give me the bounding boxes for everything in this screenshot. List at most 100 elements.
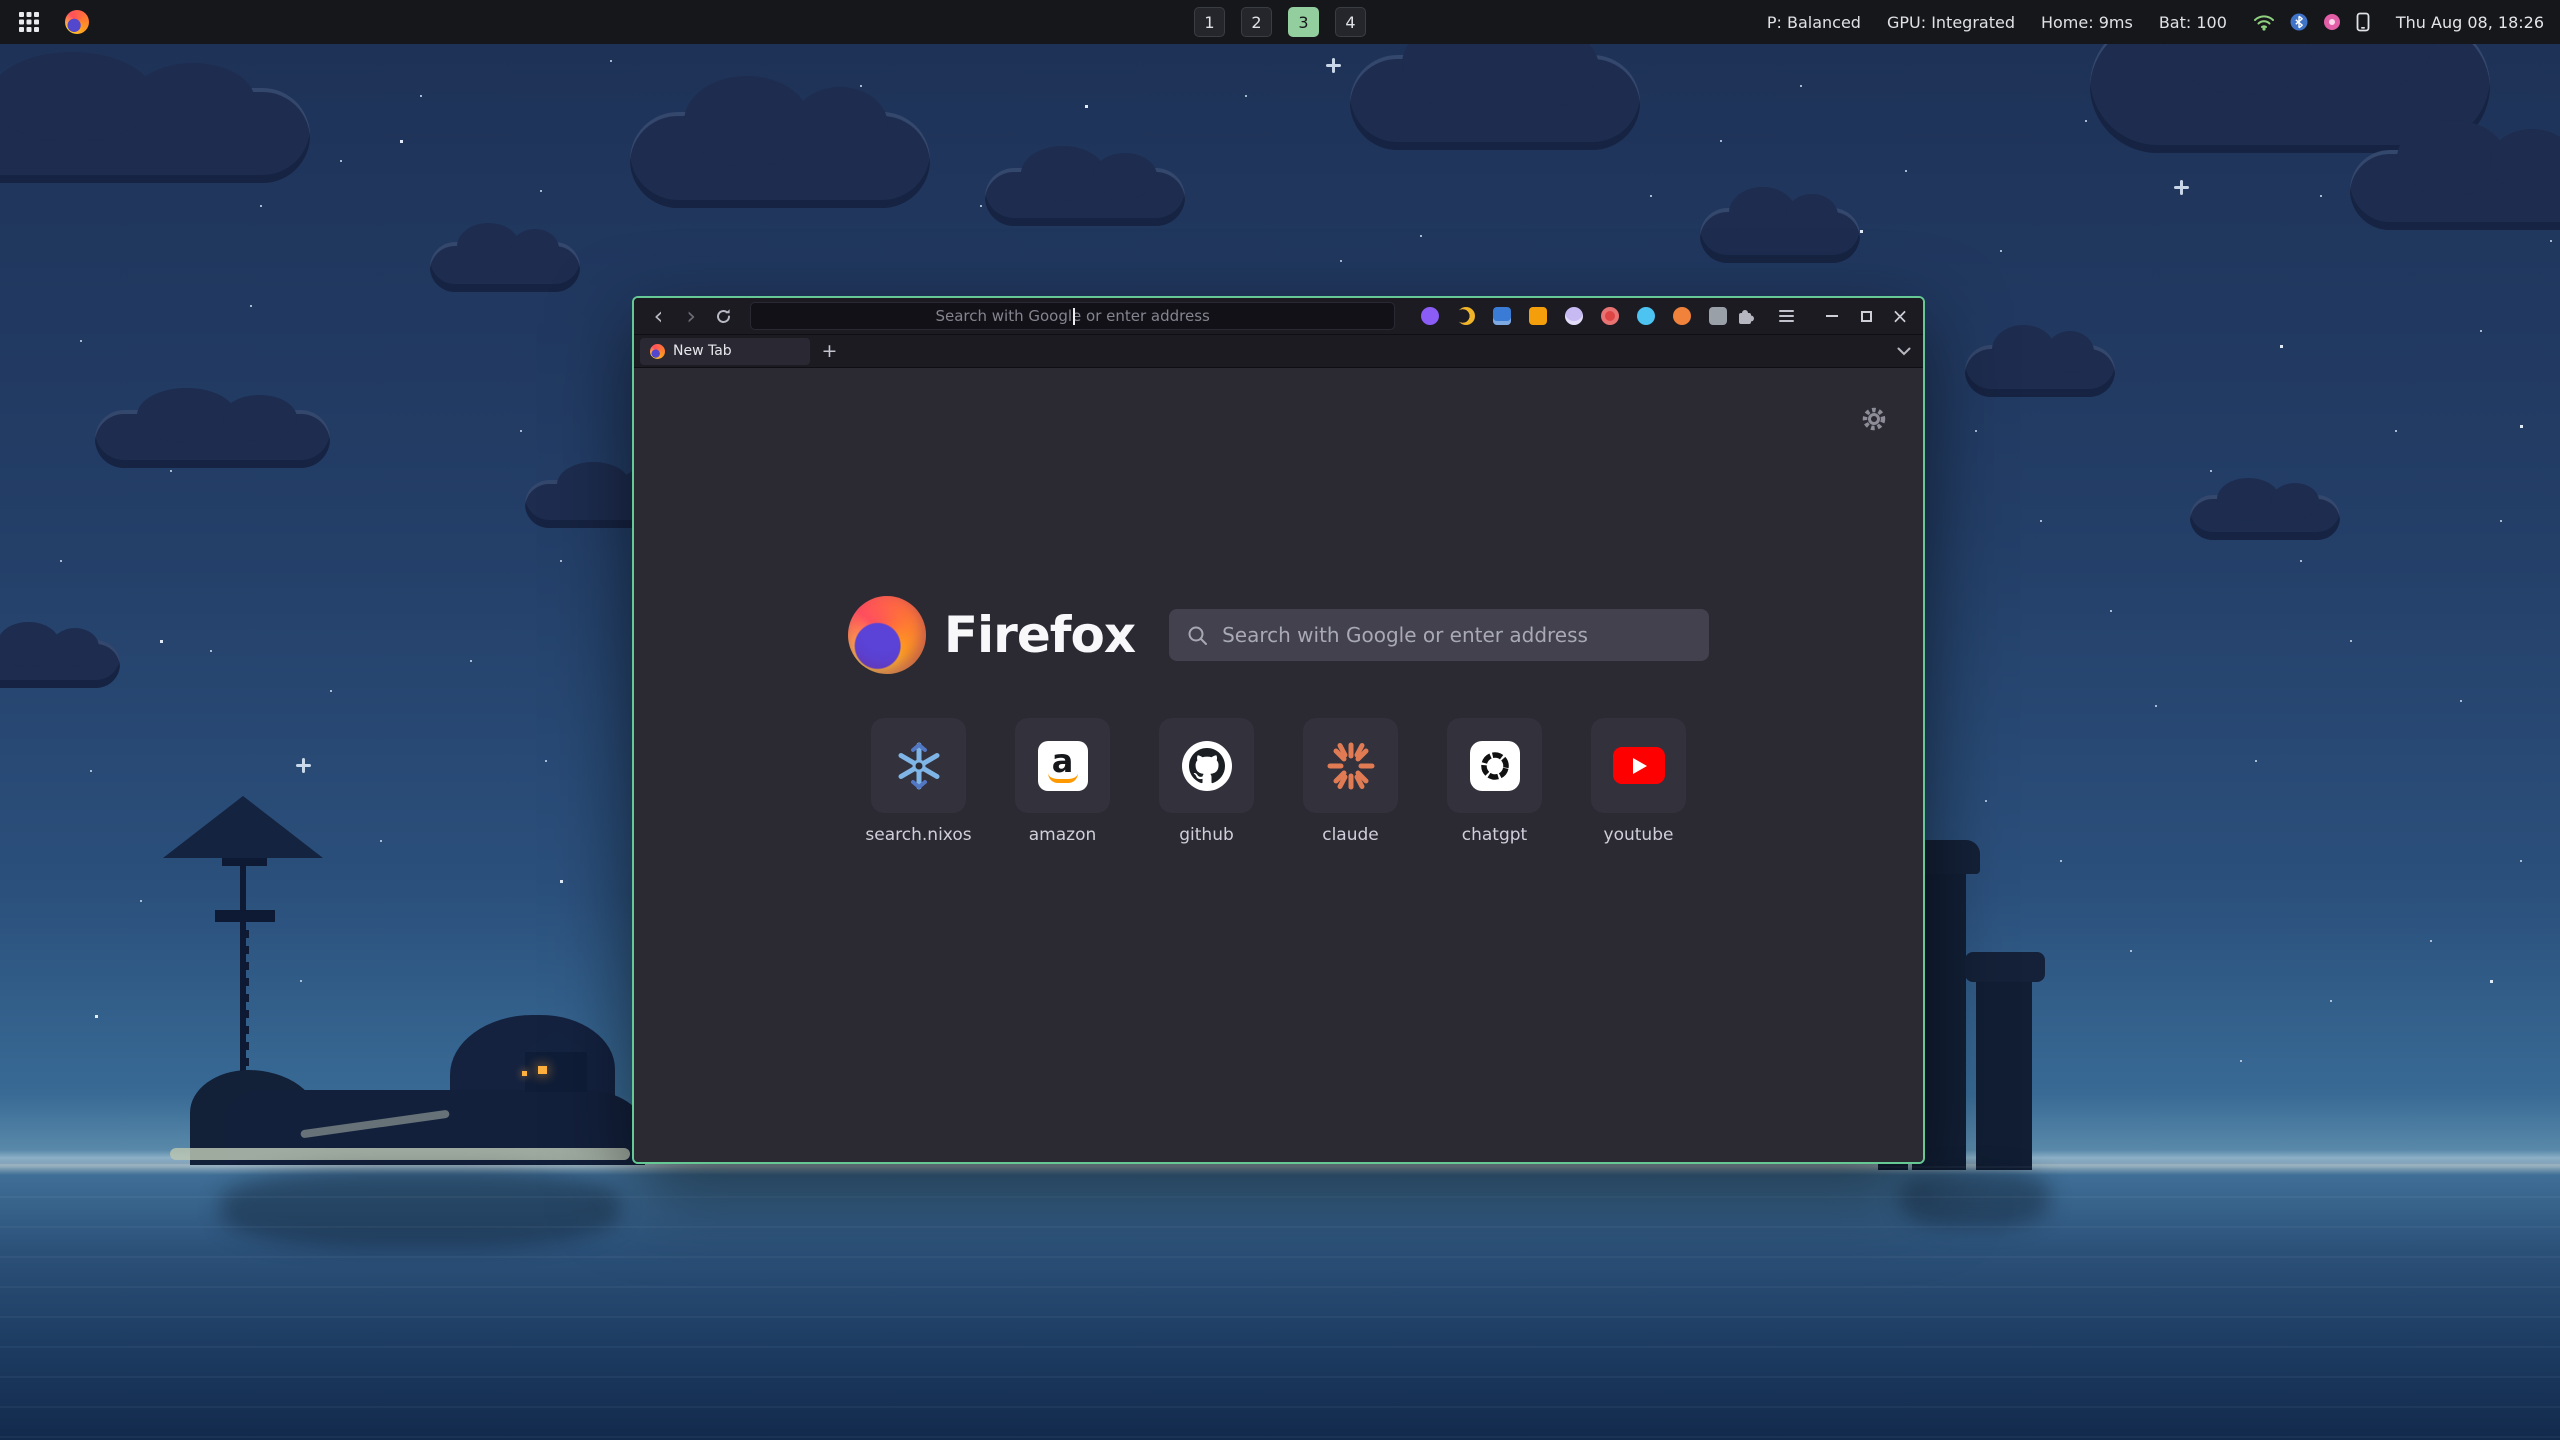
maximize-icon — [1861, 311, 1872, 322]
extensions-button[interactable] — [1731, 302, 1761, 330]
workspace-3-active[interactable]: 3 — [1288, 7, 1319, 37]
hamburger-icon — [1779, 310, 1794, 322]
firefox-favicon — [650, 344, 665, 359]
rock-cap — [1965, 952, 2045, 982]
clock: Thu Aug 08, 18:26 — [2396, 13, 2544, 32]
watchtower-platform — [222, 858, 267, 866]
system-tray — [2253, 12, 2370, 32]
shortcut-tile-box — [1447, 718, 1542, 813]
new-tab-page: Firefox Search with Google or enter addr… — [634, 368, 1923, 1162]
extension-icon-8[interactable] — [1673, 307, 1691, 325]
shortcut-tile-box — [1159, 718, 1254, 813]
shortcut-tile-box — [1303, 718, 1398, 813]
text-caret — [1073, 308, 1075, 325]
github-icon — [1182, 741, 1232, 791]
shortcut-claude[interactable]: claude — [1303, 718, 1398, 845]
tab-bar: New Tab + — [634, 335, 1923, 368]
url-bar[interactable]: Search with Google or enter address — [750, 302, 1395, 330]
claude-starburst-icon — [1326, 741, 1376, 791]
extension-icon-7[interactable] — [1637, 307, 1655, 325]
gear-icon — [1861, 406, 1887, 432]
extension-icon-6[interactable] — [1601, 307, 1619, 325]
navigation-toolbar: ‹ › Search with Google or enter address — [634, 298, 1923, 335]
youtube-play-glyph — [1633, 758, 1647, 774]
search-icon — [1187, 625, 1208, 646]
extension-icon-4[interactable] — [1529, 307, 1547, 325]
menu-button[interactable] — [1771, 302, 1801, 330]
battery-status: Bat: 100 — [2159, 13, 2227, 32]
puzzle-icon — [1736, 306, 1756, 326]
shortcut-youtube[interactable]: youtube — [1591, 718, 1686, 845]
desktop: 1 2 3 4 P: Balanced GPU: Integrated Home… — [0, 0, 2560, 1440]
workspace-2[interactable]: 2 — [1241, 7, 1272, 37]
new-tab-button[interactable]: + — [816, 338, 843, 365]
shortcut-tile-box: a — [1015, 718, 1110, 813]
apps-grid-icon[interactable] — [16, 9, 42, 35]
cloud — [1350, 55, 1640, 150]
sea-texture — [0, 1166, 2560, 1440]
workspace-4[interactable]: 4 — [1335, 7, 1366, 37]
extension-icon-2[interactable] — [1457, 307, 1475, 325]
window-controls: × — [1819, 303, 1913, 329]
extension-icon-3[interactable] — [1493, 307, 1511, 325]
shortcut-tile-box — [1591, 718, 1686, 813]
cloud — [430, 242, 580, 292]
system-bar-left — [16, 9, 90, 35]
minimize-icon — [1826, 315, 1838, 317]
github-octocat-glyph — [1189, 748, 1225, 784]
shortcut-search-nixos[interactable]: search.nixos — [871, 718, 966, 845]
extension-toolbar — [1421, 307, 1727, 325]
extension-icon-9[interactable] — [1709, 307, 1727, 325]
newtab-search-field[interactable]: Search with Google or enter address — [1169, 609, 1709, 661]
extension-icon-5[interactable] — [1565, 307, 1583, 325]
newtab-search-placeholder: Search with Google or enter address — [1222, 623, 1588, 647]
back-button[interactable]: ‹ — [644, 302, 673, 330]
list-all-tabs-button[interactable] — [1891, 338, 1917, 364]
phone-icon — [2356, 12, 2370, 32]
firefox-window: ‹ › Search with Google or enter address — [632, 296, 1925, 1164]
shortcut-label: search.nixos — [865, 825, 971, 845]
maximize-button[interactable] — [1853, 303, 1879, 329]
forward-button[interactable]: › — [677, 302, 706, 330]
cloud — [2190, 495, 2340, 540]
system-bar-right: P: Balanced GPU: Integrated Home: 9ms Ba… — [1767, 12, 2544, 32]
wifi-icon — [2253, 13, 2275, 31]
hut-lit-window-small — [522, 1071, 527, 1076]
shortcut-label: youtube — [1604, 825, 1674, 845]
extension-icon-1[interactable] — [1421, 307, 1439, 325]
shortcut-label: github — [1179, 825, 1234, 845]
firefox-launcher-icon[interactable] — [64, 9, 90, 35]
youtube-icon — [1613, 747, 1665, 784]
workspace-switcher: 1 2 3 4 — [1194, 0, 1366, 44]
shortcut-label: chatgpt — [1462, 825, 1527, 845]
gpu-status: GPU: Integrated — [1887, 13, 2015, 32]
minimize-button[interactable] — [1819, 303, 1845, 329]
watchtower-roof — [163, 796, 323, 858]
chatgpt-icon — [1470, 741, 1520, 791]
ping-status: Home: 9ms — [2041, 13, 2133, 32]
cloud — [95, 410, 330, 468]
bluetooth-icon — [2290, 13, 2308, 31]
personalize-button[interactable] — [1859, 404, 1889, 434]
workspace-1[interactable]: 1 — [1194, 7, 1225, 37]
shortcut-chatgpt[interactable]: chatgpt — [1447, 718, 1542, 845]
shortcut-tile-box — [871, 718, 966, 813]
shortcut-github[interactable]: github — [1159, 718, 1254, 845]
apps-grid-glyph — [18, 11, 40, 33]
shortcut-label: claude — [1322, 825, 1379, 845]
tab-new-tab[interactable]: New Tab — [640, 338, 810, 365]
hut-lit-window — [538, 1066, 547, 1074]
shortcut-label: amazon — [1029, 825, 1097, 845]
chevron-down-icon — [1897, 347, 1911, 356]
firefox-wordmark: Firefox — [944, 606, 1135, 664]
star-sparkle — [2180, 180, 2183, 195]
cloud — [630, 112, 930, 208]
close-button[interactable]: × — [1887, 303, 1913, 329]
shortcut-amazon[interactable]: a amazon — [1015, 718, 1110, 845]
newtab-hero: Firefox Search with Google or enter addr… — [634, 596, 1923, 674]
watchtower-deck — [215, 910, 275, 922]
reload-icon — [715, 308, 732, 325]
power-profile-status: P: Balanced — [1767, 13, 1861, 32]
reload-button[interactable] — [710, 302, 739, 330]
indicator-icon — [2323, 13, 2341, 31]
